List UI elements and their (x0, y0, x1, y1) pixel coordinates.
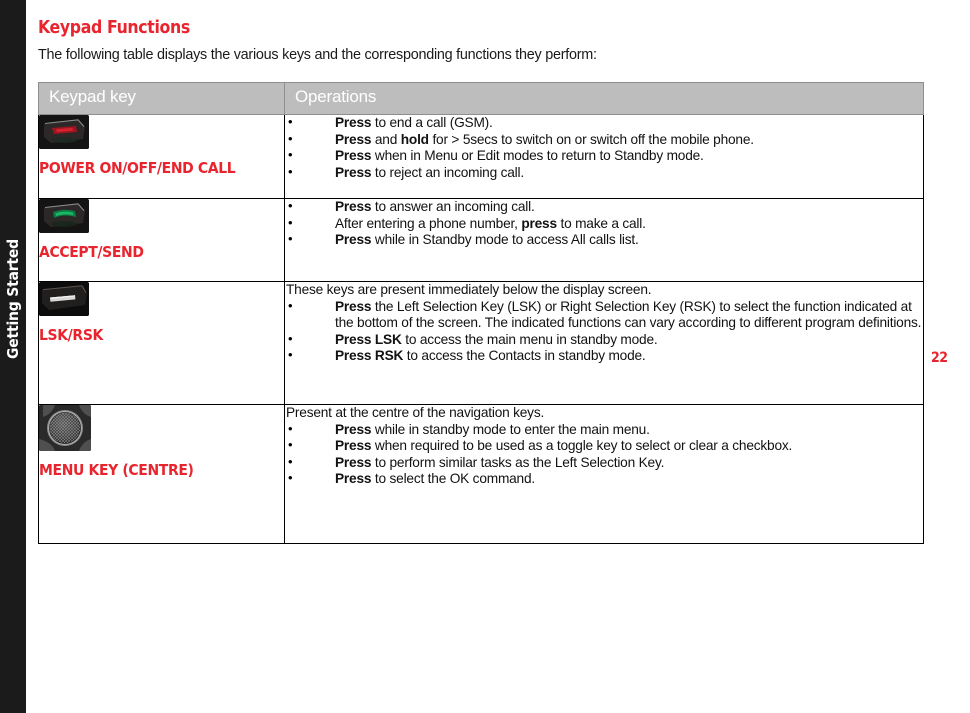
operation-emphasis: Press (335, 115, 372, 130)
operation-text: while in Standby mode to access All call… (371, 232, 639, 248)
operation-emphasis: Press (335, 454, 372, 470)
menu-key-photo (39, 405, 91, 451)
accept-send-key-photo (39, 199, 89, 233)
table-row: ACCEPT/SEND Press to answer an incoming c… (38, 198, 924, 282)
operation-text: to access the main menu in standby mode. (401, 331, 658, 347)
operation-emphasis: Press (335, 298, 372, 314)
keypad-key-label: ACCEPT/SEND (39, 243, 144, 261)
keypad-key-cell: POWER ON/OFF/END CALL (38, 114, 285, 199)
operation-emphasis: Press (335, 232, 372, 248)
table-row: MENU KEY (CENTRE) Present at the centre o… (38, 404, 924, 544)
operation-item: Press to end a call (GSM). (285, 114, 923, 132)
operations-cell: Present at the centre of the navigation … (284, 404, 924, 544)
operations-lead-text: Present at the centre of the navigation … (286, 405, 545, 420)
operations-lead-text: These keys are present immediately below… (286, 282, 652, 297)
operations-cell: These keys are present immediately below… (284, 281, 924, 405)
operation-emphasis: Press (335, 131, 372, 147)
operation-text: when in Menu or Edit modes to return to … (371, 148, 704, 164)
operation-item: After entering a phone number, press to … (285, 215, 923, 233)
operation-text: while in standby mode to enter the main … (371, 421, 650, 437)
column-header-keypad-key: Keypad key (38, 82, 285, 115)
operation-text: to answer an incoming call. (371, 199, 535, 214)
operation-text: to select the OK command. (371, 471, 535, 487)
operations-list: Press to end a call (GSM).Press and hold… (285, 114, 923, 182)
column-header-operations: Operations (284, 82, 924, 115)
operation-item: Press and hold for > 5secs to switch on … (285, 131, 923, 149)
operation-emphasis: Press RSK (335, 348, 404, 364)
operation-item: Press to reject an incoming call. (285, 164, 923, 182)
table-row: LSK/RSK These keys are present immediatel… (38, 281, 924, 405)
operations-list: Press to answer an incoming call.After e… (285, 198, 923, 249)
operation-item: Press to answer an incoming call. (285, 198, 923, 216)
operation-item: Press LSK to access the main menu in sta… (285, 331, 923, 349)
operation-text: to access the Contacts in standby mode. (403, 348, 646, 364)
operations-cell: Press to end a call (GSM).Press and hold… (284, 114, 924, 199)
section-tab-rail: Getting Started (0, 0, 26, 713)
operations-list: Press while in standby mode to enter the… (285, 421, 923, 488)
page-number: 22 (931, 350, 948, 366)
operation-emphasis: Press (335, 199, 372, 214)
page-title: Keypad Functions (38, 18, 190, 38)
operations-cell: Press to answer an incoming call.After e… (284, 198, 924, 282)
page-content: Keypad Functions The following table dis… (26, 0, 970, 713)
keypad-key-label: MENU KEY (CENTRE) (39, 461, 194, 479)
operation-emphasis: Press (335, 148, 372, 164)
operation-item: Press when in Menu or Edit modes to retu… (285, 147, 923, 165)
operations-list: Press the Left Selection Key (LSK) or Ri… (285, 298, 923, 365)
selection-key-photo (39, 282, 89, 316)
keypad-functions-table: Keypad key Operations POWER ON/OFF/END C… (38, 82, 924, 544)
operation-text: for > 5secs to switch on or switch off t… (428, 131, 754, 147)
operation-item: Press to perform similar tasks as the Le… (285, 454, 923, 472)
operation-item: Press while in standby mode to enter the… (285, 421, 923, 439)
operation-text: to make a call. (556, 215, 646, 231)
end-call-key-photo (39, 115, 89, 149)
operation-item: Press the Left Selection Key (LSK) or Ri… (285, 298, 923, 332)
keypad-key-label: LSK/RSK (39, 326, 103, 344)
operation-item: Press RSK to access the Contacts in stan… (285, 347, 923, 365)
keypad-key-cell: MENU KEY (CENTRE) (38, 404, 285, 544)
operation-text: to end a call (GSM). (371, 115, 493, 130)
operation-emphasis: Press (335, 421, 372, 437)
operation-text: After entering a phone number, (335, 215, 522, 231)
table-row: POWER ON/OFF/END CALL Press to end a call… (38, 114, 924, 199)
operation-emphasis: Press LSK (335, 331, 402, 347)
operation-text: when required to be used as a toggle key… (371, 438, 793, 454)
keypad-key-cell: LSK/RSK (38, 281, 285, 405)
operation-item: Press while in Standby mode to access Al… (285, 231, 923, 249)
operation-emphasis: Press (335, 471, 372, 487)
operation-item: Press when required to be used as a togg… (285, 437, 923, 455)
operation-text: the Left Selection Key (LSK) or Right Se… (335, 298, 922, 331)
operation-emphasis: hold (400, 131, 429, 147)
keypad-key-label: POWER ON/OFF/END CALL (39, 159, 236, 177)
table-header-row: Keypad key Operations (38, 82, 924, 115)
operation-text: to reject an incoming call. (371, 164, 524, 180)
operation-item: Press to select the OK command. (285, 470, 923, 488)
operation-emphasis: Press (335, 164, 372, 180)
intro-paragraph: The following table displays the various… (38, 47, 597, 63)
operation-emphasis: Press (335, 438, 372, 454)
section-tab-label: Getting Started (4, 239, 22, 359)
keypad-key-cell: ACCEPT/SEND (38, 198, 285, 282)
operation-text: to perform similar tasks as the Left Sel… (371, 454, 665, 470)
operation-emphasis: press (521, 215, 557, 231)
operation-text: and (371, 131, 401, 147)
table-body: POWER ON/OFF/END CALL Press to end a call… (38, 114, 924, 544)
